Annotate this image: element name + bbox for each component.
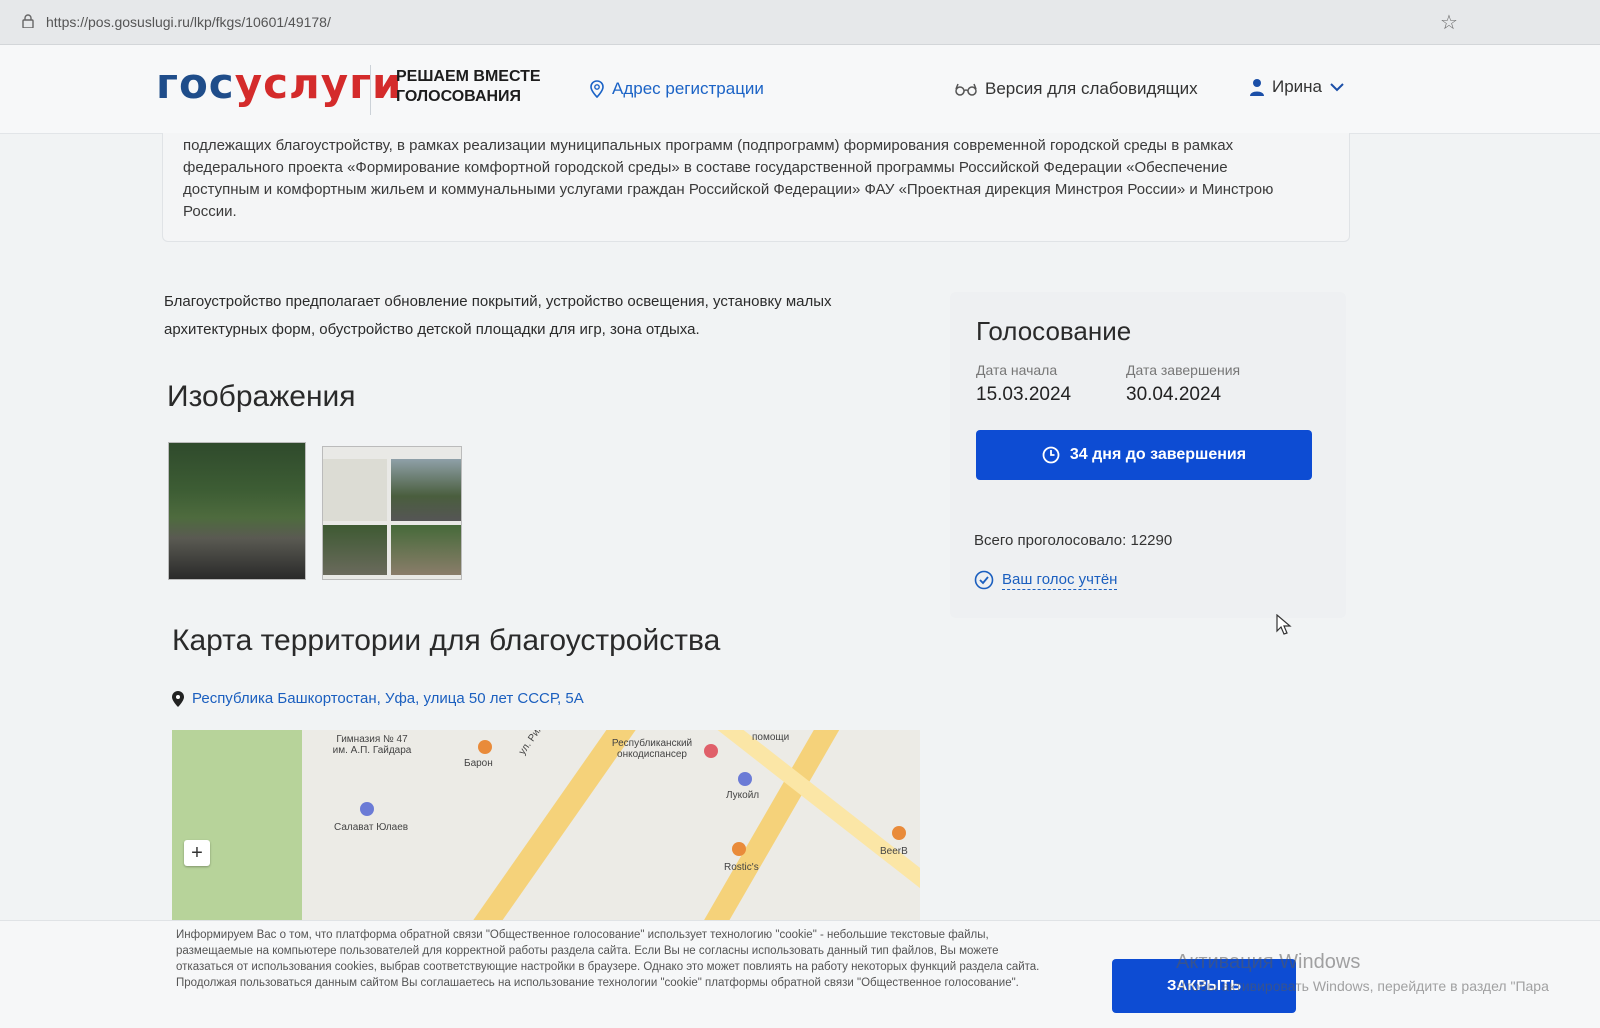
images-heading: Изображения [167, 380, 356, 413]
map-poi-marker [478, 740, 492, 754]
map-poi-label: Салават Юлаев [334, 822, 409, 833]
map-poi-marker [732, 842, 746, 856]
bookmark-star-icon[interactable]: ☆ [1440, 10, 1458, 35]
lock-icon [22, 14, 34, 28]
map-poi-marker [892, 826, 906, 840]
site-header: госуслуги РЕШАЕМ ВМЕСТЕ ГОЛОСОВАНИЯ Адре… [0, 45, 1600, 134]
url-text[interactable]: https://pos.gosuslugi.ru/lkp/fkgs/10601/… [46, 14, 331, 30]
map-poi-label: Барон [464, 758, 493, 769]
map-poi-label: BeerB [880, 846, 908, 857]
user-menu[interactable]: Ирина [1250, 77, 1344, 97]
voting-title: Голосование [976, 316, 1132, 346]
header-divider [370, 65, 371, 115]
windows-activation-watermark: Активация Windows Чтобы активировать Win… [1176, 951, 1596, 994]
project-description: Благоустройство предполагает обновление … [164, 293, 832, 338]
map-poi-marker [360, 802, 374, 816]
registration-address-link[interactable]: Адрес регистрации [590, 79, 764, 99]
project-info-box: подлежащих благоустройству, в рамках реа… [162, 133, 1350, 242]
user-name: Ирина [1272, 77, 1323, 96]
map-poi-marker [738, 772, 752, 786]
days-left-label: 34 дня до завершения [1069, 446, 1247, 463]
map-poi-label: Rostic's [724, 862, 759, 873]
days-left-button[interactable]: 34 дня до завершения [976, 430, 1312, 480]
territory-map[interactable]: Гимназия № 47 им. А.П. Гайдара Барон ул.… [172, 730, 920, 920]
end-date-label: Дата завершения [1126, 362, 1241, 378]
collage-panel [323, 525, 387, 575]
registration-address-label: Адрес регистрации [612, 79, 764, 98]
project-info-text: подлежащих благоустройству, в рамках реа… [183, 137, 1274, 220]
map-poi-label: помощи [752, 732, 790, 743]
total-votes: Всего проголосовало: 12290 [974, 532, 1173, 549]
map-poi-label: Гимназия № 47 им. А.П. Гайдара [332, 734, 412, 756]
glasses-icon [955, 83, 977, 96]
project-image-thumbnail[interactable] [168, 442, 306, 580]
start-date-value: 15.03.2024 [976, 384, 1072, 405]
gosuslugi-logo[interactable]: госуслуги [156, 59, 403, 108]
location-pin-icon [590, 80, 604, 98]
clock-icon [1042, 446, 1060, 464]
collage-panel [391, 459, 461, 521]
watermark-title: Активация Windows [1176, 951, 1361, 973]
map-poi-marker [704, 744, 718, 758]
cookie-consent-bar: Информируем Вас о том, что платформа обр… [0, 920, 1600, 1028]
low-vision-version-link[interactable]: Версия для слабовидящих [955, 79, 1198, 99]
site-tagline: РЕШАЕМ ВМЕСТЕ ГОЛОСОВАНИЯ [396, 68, 541, 105]
map-address: Республика Башкортостан, Уфа, улица 50 л… [172, 690, 584, 707]
location-pin-icon [172, 690, 184, 707]
collage-panel [391, 525, 461, 575]
map-poi-label: Республиканский онкодиспансер [611, 738, 693, 760]
check-circle-icon [974, 570, 994, 590]
map-street-label: ул. Риж [516, 730, 547, 758]
chevron-down-icon [1330, 83, 1344, 92]
map-address-text: Республика Башкортостан, Уфа, улица 50 л… [192, 690, 584, 707]
voting-card: Голосование Дата начала 15.03.2024 Дата … [950, 292, 1346, 618]
vote-counted-link[interactable]: Ваш голос учтён [974, 570, 1118, 590]
vote-counted-label: Ваш голос учтён [1002, 570, 1118, 590]
user-icon [1250, 79, 1264, 96]
map-heading: Карта территории для благоустройства [172, 624, 721, 657]
start-date-label: Дата начала [976, 362, 1058, 378]
mouse-cursor-icon [1276, 614, 1292, 635]
low-vision-label: Версия для слабовидящих [985, 79, 1198, 98]
watermark-subtitle: Чтобы активировать Windows, перейдите в … [1176, 978, 1549, 994]
browser-address-bar[interactable]: https://pos.gosuslugi.ru/lkp/fkgs/10601/… [0, 0, 1600, 45]
collage-panel [323, 459, 387, 521]
map-zoom-in-button[interactable]: + [184, 840, 210, 866]
map-park-area [172, 730, 302, 920]
map-poi-label: Лукойл [726, 790, 760, 801]
project-image-thumbnail[interactable] [322, 446, 462, 580]
cookie-text: Информируем Вас о том, что платформа обр… [176, 929, 1040, 989]
end-date-value: 30.04.2024 [1126, 384, 1222, 405]
